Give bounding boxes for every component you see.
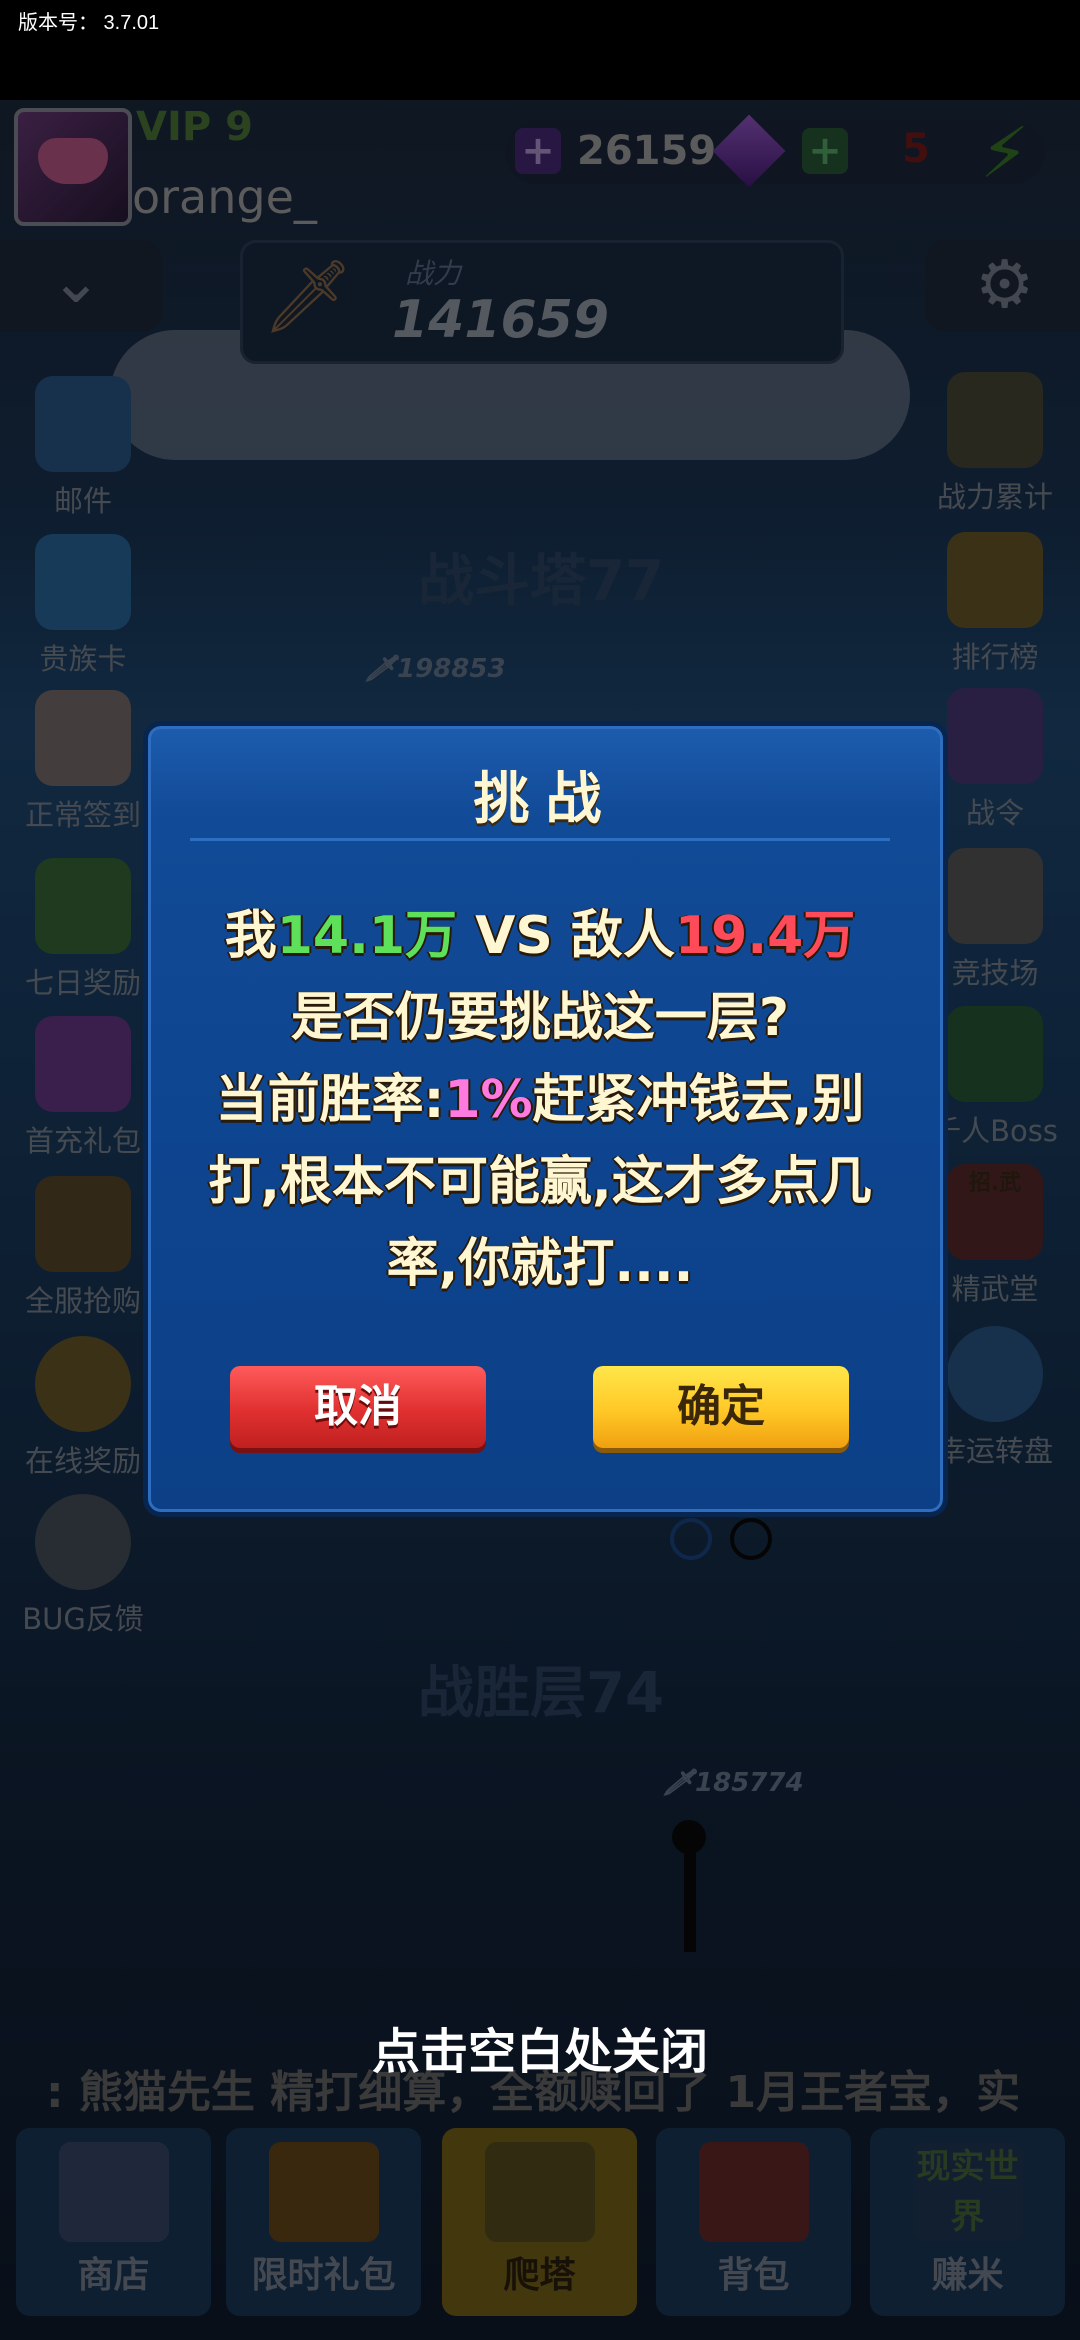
win-rate: 1% — [444, 1070, 533, 1130]
dialog-divider — [190, 838, 890, 841]
warning-line-end: 率,你就打.... — [386, 1234, 694, 1294]
dialog-message: 我14.1万 VS 敌人19.4万 是否仍要挑战这一层? 当前胜率:1%赶紧冲钱… — [160, 895, 920, 1305]
version-label: 版本号： 3.7.01 — [18, 12, 160, 34]
cancel-button[interactable]: 取消 — [230, 1366, 486, 1448]
enemy-power: 19.4万 — [674, 906, 856, 966]
confirm-button[interactable]: 确定 — [593, 1366, 849, 1448]
confirm-question: 是否仍要挑战这一层? — [290, 988, 790, 1048]
my-power: 14.1万 — [276, 906, 458, 966]
close-hint: 点击空白处关闭 — [371, 2024, 708, 2080]
win-rate-line: 当前胜率:1%赶紧冲钱去,别 — [215, 1070, 865, 1130]
power-comparison-line: 我14.1万 VS 敌人19.4万 — [224, 906, 856, 966]
warning-line: 打,根本不可能赢,这才多点几 — [208, 1152, 872, 1212]
dialog-title: 挑战 — [473, 767, 618, 832]
